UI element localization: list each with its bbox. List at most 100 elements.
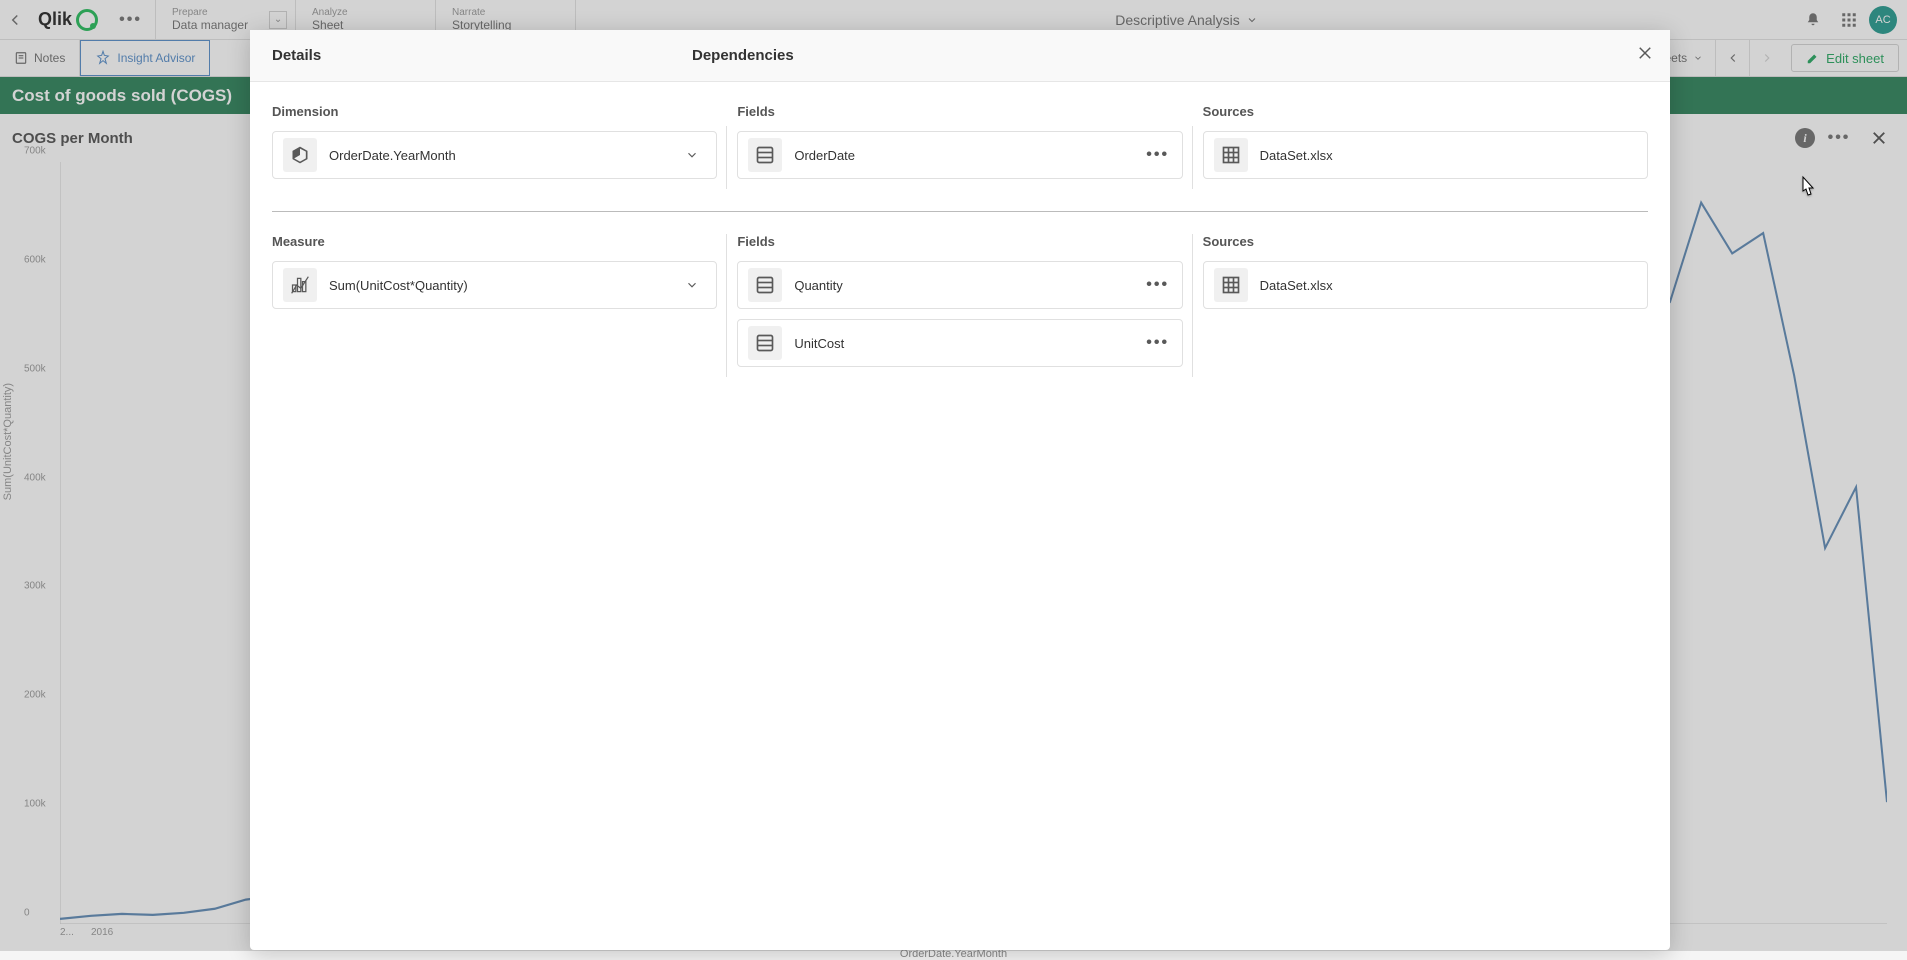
- close-icon: [1870, 129, 1888, 147]
- y-tick-label: 100k: [24, 799, 46, 810]
- more-icon: •••: [119, 11, 142, 29]
- more-icon: •••: [1146, 146, 1169, 164]
- sources-title: Sources: [1203, 104, 1648, 119]
- fields-title: Fields: [737, 234, 1182, 249]
- back-button[interactable]: [0, 11, 30, 29]
- dependency-row-measure: Measure Sum(UnitCost*Quantity) Fields: [272, 211, 1648, 399]
- measure-label: Sum(UnitCost*Quantity): [329, 278, 678, 293]
- modal-body: Dimension OrderDate.YearMonth Fields: [250, 82, 1670, 950]
- chart-more-button[interactable]: •••: [1823, 122, 1855, 154]
- chart-info-button[interactable]: i: [1795, 128, 1815, 148]
- cursor-icon: [1795, 175, 1819, 203]
- app-more-button[interactable]: •••: [106, 0, 156, 39]
- nav-center: Descriptive Analysis: [576, 12, 1797, 28]
- y-tick-label: 0: [24, 908, 30, 919]
- measure-title: Measure: [272, 234, 717, 249]
- grid-icon: [1840, 11, 1858, 29]
- y-tick-label: 200k: [24, 690, 46, 701]
- field-icon: [748, 138, 782, 172]
- edit-label: Edit sheet: [1826, 51, 1884, 66]
- fields-title: Fields: [737, 104, 1182, 119]
- notes-button[interactable]: Notes: [0, 40, 80, 76]
- notes-label: Notes: [34, 51, 65, 65]
- insight-advisor-button[interactable]: Insight Advisor: [80, 40, 210, 76]
- y-tick-label: 500k: [24, 363, 46, 374]
- table-icon: [1214, 138, 1248, 172]
- dimension-label: OrderDate.YearMonth: [329, 148, 678, 163]
- dimension-card[interactable]: OrderDate.YearMonth: [272, 131, 717, 179]
- x-tick-label: 2016: [91, 927, 113, 938]
- next-sheet-button[interactable]: [1749, 40, 1783, 76]
- prev-sheet-button[interactable]: [1715, 40, 1749, 76]
- y-tick-label: 700k: [24, 146, 46, 157]
- chart-toolbar: i •••: [1795, 122, 1895, 154]
- measure-icon: [283, 268, 317, 302]
- chevron-down-icon[interactable]: ⌄: [269, 11, 287, 29]
- more-icon: •••: [1146, 334, 1169, 352]
- chevron-down-icon: [685, 148, 699, 162]
- nav-tab-label: Prepare: [172, 7, 279, 18]
- fields-column: Fields Quantity ••• UnitCost •••: [737, 234, 1182, 377]
- sources-column: Sources DataSet.xlsx: [1203, 104, 1648, 189]
- user-avatar[interactable]: AC: [1869, 6, 1897, 34]
- chevron-down-icon: [685, 278, 699, 292]
- expand-button[interactable]: [678, 148, 706, 162]
- app-title-dropdown[interactable]: Descriptive Analysis: [1115, 12, 1258, 28]
- measure-column: Measure Sum(UnitCost*Quantity): [272, 234, 717, 377]
- field-icon: [748, 268, 782, 302]
- modal-tab-dependencies: Dependencies: [692, 47, 794, 64]
- insight-icon: [95, 50, 111, 66]
- qlik-logo: Qlik: [30, 9, 106, 31]
- close-icon: [1636, 44, 1654, 62]
- bell-icon: [1804, 11, 1822, 29]
- logo-text: Qlik: [38, 9, 72, 30]
- source-card[interactable]: DataSet.xlsx: [1203, 261, 1648, 309]
- modal-close-button[interactable]: [1636, 44, 1654, 68]
- field-card[interactable]: OrderDate •••: [737, 131, 1182, 179]
- app-title: Descriptive Analysis: [1115, 12, 1240, 28]
- modal-header: Details Dependencies: [250, 30, 1670, 82]
- edit-sheet-button[interactable]: Edit sheet: [1791, 44, 1899, 72]
- pencil-icon: [1806, 51, 1820, 65]
- y-tick-label: 300k: [24, 581, 46, 592]
- field-more-button[interactable]: •••: [1144, 334, 1172, 352]
- field-label: OrderDate: [794, 148, 1143, 163]
- source-card[interactable]: DataSet.xlsx: [1203, 131, 1648, 179]
- cube-icon: [283, 138, 317, 172]
- nav-right: AC: [1797, 0, 1907, 39]
- chevron-left-icon: [1726, 51, 1740, 65]
- field-label: Quantity: [794, 278, 1143, 293]
- nav-tab-label: Analyze: [312, 7, 419, 18]
- more-icon: •••: [1146, 276, 1169, 294]
- field-card[interactable]: Quantity •••: [737, 261, 1182, 309]
- more-icon: •••: [1828, 129, 1851, 147]
- chevron-down-icon: [1693, 53, 1703, 63]
- dependency-row-dimension: Dimension OrderDate.YearMonth Fields: [272, 104, 1648, 211]
- field-icon: [748, 326, 782, 360]
- measure-card[interactable]: Sum(UnitCost*Quantity): [272, 261, 717, 309]
- nav-tab-label: Narrate: [452, 7, 559, 18]
- chevron-down-icon: [1246, 14, 1258, 26]
- sources-column: Sources DataSet.xlsx: [1203, 234, 1648, 377]
- notes-icon: [14, 51, 28, 65]
- insight-label: Insight Advisor: [117, 51, 195, 65]
- field-card[interactable]: UnitCost •••: [737, 319, 1182, 367]
- sources-title: Sources: [1203, 234, 1648, 249]
- modal-tab-details[interactable]: Details: [272, 47, 692, 64]
- fields-column: Fields OrderDate •••: [737, 104, 1182, 189]
- chevron-right-icon: [1760, 51, 1774, 65]
- table-icon: [1214, 268, 1248, 302]
- expand-button[interactable]: [678, 278, 706, 292]
- chevron-left-icon: [6, 11, 24, 29]
- apps-button[interactable]: [1833, 4, 1865, 36]
- dependencies-modal: Details Dependencies Dimension OrderDate…: [250, 30, 1670, 950]
- field-label: UnitCost: [794, 336, 1143, 351]
- x-tick-label: 2...: [60, 927, 74, 938]
- y-axis-label: Sum(UnitCost*Quantity): [2, 383, 14, 500]
- field-more-button[interactable]: •••: [1144, 276, 1172, 294]
- dimension-column: Dimension OrderDate.YearMonth: [272, 104, 717, 189]
- notifications-button[interactable]: [1797, 4, 1829, 36]
- y-tick-label: 600k: [24, 254, 46, 265]
- field-more-button[interactable]: •••: [1144, 146, 1172, 164]
- chart-close-button[interactable]: [1863, 122, 1895, 154]
